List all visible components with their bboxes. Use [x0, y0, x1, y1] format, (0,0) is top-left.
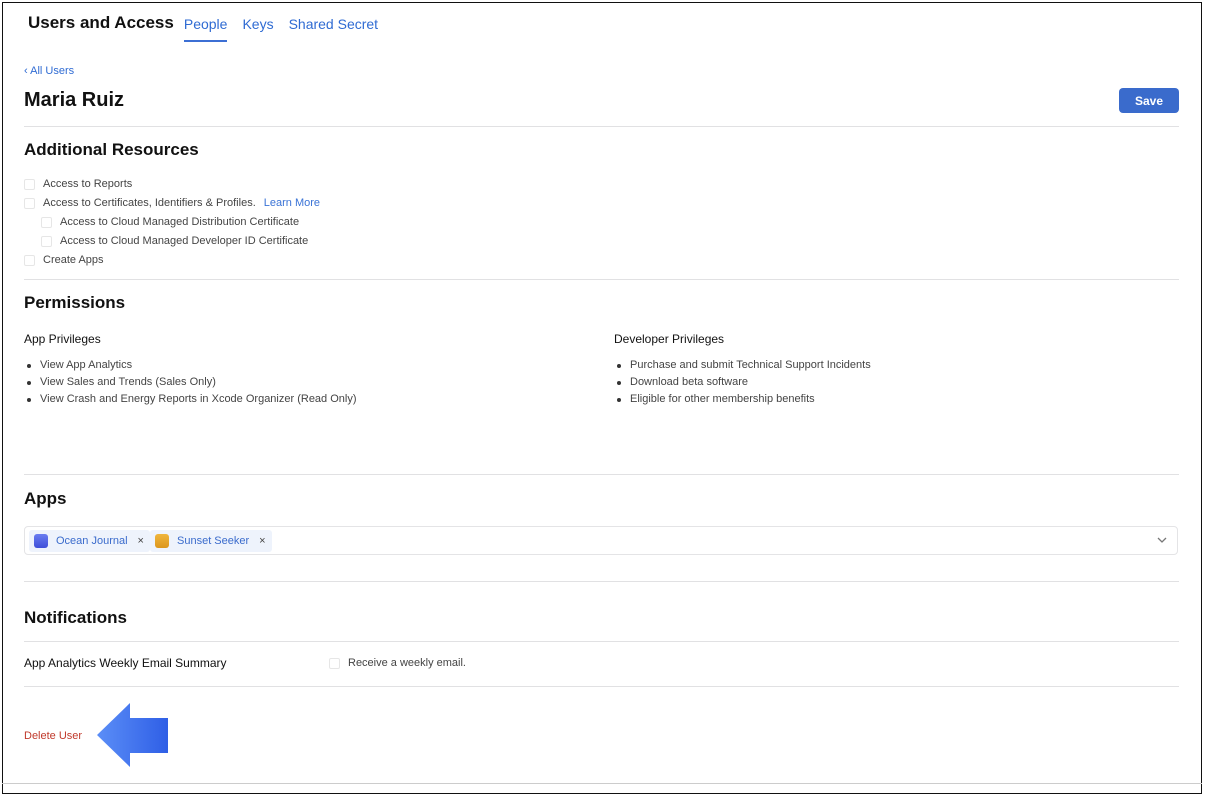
divider — [2, 783, 1202, 784]
apps-multiselect[interactable]: Ocean Journal × Sunset Seeker × — [24, 526, 1178, 555]
checkbox-label: Access to Cloud Managed Developer ID Cer… — [60, 235, 309, 247]
checkbox[interactable] — [41, 216, 52, 228]
developer-privileges-title: Developer Privileges — [614, 332, 725, 346]
chip-label: Ocean Journal — [56, 535, 128, 547]
checkbox-label: Receive a weekly email. — [348, 657, 466, 669]
tab-keys[interactable]: Keys — [242, 12, 273, 36]
apps-title: Apps — [24, 489, 67, 508]
checkbox[interactable] — [24, 254, 35, 266]
list-item: Purchase and submit Technical Support In… — [614, 357, 871, 374]
checkbox[interactable] — [24, 178, 35, 190]
list-item: View Sales and Trends (Sales Only) — [24, 374, 357, 391]
divider — [24, 686, 1179, 687]
resource-cloud-developer-id-cert[interactable]: Access to Cloud Managed Developer ID Cer… — [41, 235, 308, 247]
divider — [24, 474, 1179, 475]
list-item: Eligible for other membership benefits — [614, 391, 871, 408]
permissions-title: Permissions — [24, 293, 126, 312]
resource-cloud-distribution-cert[interactable]: Access to Cloud Managed Distribution Cer… — [41, 216, 299, 228]
list-item: Download beta software — [614, 374, 871, 391]
app-chip-sunset-seeker: Sunset Seeker × — [150, 530, 272, 552]
tab-shared-secret[interactable]: Shared Secret — [289, 12, 379, 36]
ocean-journal-app-icon — [34, 534, 48, 548]
app-title: Users and Access — [28, 13, 174, 32]
resource-access-reports[interactable]: Access to Reports — [24, 178, 132, 190]
divider — [24, 279, 1179, 280]
chevron-down-icon[interactable] — [1155, 533, 1169, 547]
app-privileges-title: App Privileges — [24, 332, 101, 346]
page-title: Maria Ruiz — [24, 89, 125, 111]
checkbox[interactable] — [41, 235, 52, 247]
divider — [24, 126, 1179, 127]
back-label: All Users — [30, 65, 75, 77]
delete-user-link[interactable]: Delete User — [24, 730, 82, 742]
top-nav: Users and Access People Keys Shared Secr… — [28, 12, 393, 44]
checkbox-label: Access to Cloud Managed Distribution Cer… — [60, 216, 300, 228]
checkbox-label: Access to Certificates, Identifiers & Pr… — [43, 197, 256, 209]
notifications-title: Notifications — [24, 608, 127, 627]
chip-label: Sunset Seeker — [177, 535, 250, 547]
chevron-left-icon: ‹ — [24, 65, 28, 77]
app-chip-ocean-journal: Ocean Journal × — [29, 530, 150, 552]
tab-people[interactable]: People — [183, 12, 227, 42]
sunset-seeker-app-icon — [155, 534, 169, 548]
remove-icon[interactable]: × — [259, 535, 265, 547]
list-item: View Crash and Energy Reports in Xcode O… — [24, 391, 357, 408]
weekly-email-option[interactable]: Receive a weekly email. — [329, 657, 466, 669]
list-item: View App Analytics — [24, 357, 357, 374]
developer-privileges-list: Purchase and submit Technical Support In… — [614, 357, 871, 408]
notification-row-label: App Analytics Weekly Email Summary — [24, 656, 227, 670]
checkbox-label: Create Apps — [43, 254, 104, 266]
annotation-arrow-icon — [97, 703, 168, 767]
app-privileges-list: View App Analytics View Sales and Trends… — [24, 357, 357, 408]
resource-access-certificates[interactable]: Access to Certificates, Identifiers & Pr… — [24, 197, 320, 209]
additional-resources-title: Additional Resources — [24, 140, 199, 159]
learn-more-link[interactable]: Learn More — [264, 197, 320, 209]
checkbox[interactable] — [329, 657, 340, 669]
save-button[interactable]: Save — [1119, 88, 1179, 113]
resource-create-apps[interactable]: Create Apps — [24, 254, 104, 266]
remove-icon[interactable]: × — [138, 535, 144, 547]
divider — [24, 581, 1179, 582]
divider — [24, 641, 1179, 642]
back-link[interactable]: ‹ All Users — [24, 65, 74, 77]
checkbox-label: Access to Reports — [43, 178, 133, 190]
checkbox[interactable] — [24, 197, 35, 209]
